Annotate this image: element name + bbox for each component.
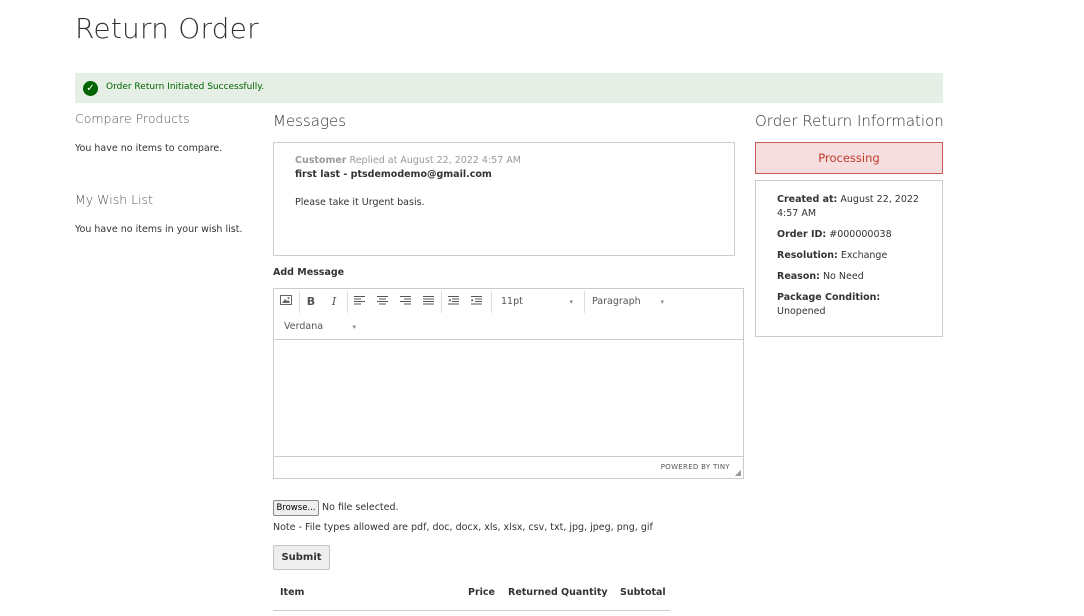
reason-value: No Need [822, 271, 864, 282]
reason-row: Reason: No Need [777, 270, 927, 284]
chevron-down-icon: ▾ [352, 323, 356, 331]
powered-by-tiny-link[interactable]: POWERED BY TINY [661, 463, 730, 471]
resolution-label: Resolution: [777, 250, 838, 261]
status-badge: Processing [755, 142, 943, 174]
column-header-item: Item [280, 587, 305, 598]
rich-text-editor: B I 11pt ▾ Paragraph ▾ Verdana ▾ POWERED… [273, 288, 744, 479]
chevron-down-icon: ▾ [660, 298, 664, 306]
block-format-select[interactable]: Paragraph ▾ [592, 291, 664, 313]
order-id-label: Order ID: [777, 229, 827, 240]
editor-toolbar: B I 11pt ▾ Paragraph ▾ Verdana ▾ [274, 289, 743, 340]
return-info-title: Order Return Information [755, 112, 944, 130]
toolbar-divider [491, 291, 492, 313]
message-author: Customer [295, 155, 347, 166]
outdent-icon[interactable] [442, 291, 464, 313]
page-title: Return Order [75, 12, 259, 45]
success-message-text: Order Return Initiated Successfully. [106, 82, 265, 92]
checkmark-icon: ✓ [83, 81, 98, 96]
resolution-value: Exchange [840, 250, 888, 261]
insert-image-icon[interactable] [275, 291, 297, 313]
message-header: Customer Replied at August 22, 2022 4:57… [295, 155, 521, 166]
order-id-value: #000000038 [829, 229, 892, 240]
file-status-text: No file selected. [322, 502, 399, 513]
message-timestamp: Replied at August 22, 2022 4:57 AM [349, 155, 521, 166]
wishlist-empty: You have no items in your wish list. [75, 224, 243, 235]
package-condition-label: Package Condition: [777, 292, 881, 303]
resolution-row: Resolution: Exchange [777, 249, 927, 263]
return-info-details: Created at: August 22, 2022 4:57 AM Orde… [755, 180, 943, 337]
align-left-icon[interactable] [348, 291, 370, 313]
font-size-value: 11pt [501, 296, 523, 307]
message-list: Customer Replied at August 22, 2022 4:57… [273, 142, 735, 256]
bold-icon[interactable]: B [300, 291, 322, 313]
font-family-select[interactable]: Verdana ▾ [284, 316, 356, 338]
indent-icon[interactable] [465, 291, 487, 313]
table-header-divider [273, 610, 670, 611]
resize-handle-icon[interactable]: ◢ [735, 468, 741, 477]
column-header-price: Price [468, 587, 495, 598]
editor-content-area[interactable] [274, 340, 743, 456]
column-header-subtotal: Subtotal [620, 587, 666, 598]
chevron-down-icon: ▾ [569, 298, 573, 306]
created-at-row: Created at: August 22, 2022 4:57 AM [777, 193, 927, 221]
italic-icon[interactable]: I [323, 291, 345, 313]
package-condition-row: Package Condition: Unopened [777, 291, 927, 319]
created-at-label: Created at: [777, 194, 838, 205]
align-center-icon[interactable] [371, 291, 393, 313]
success-message: ✓ Order Return Initiated Successfully. [75, 73, 943, 103]
add-message-label: Add Message [273, 267, 345, 278]
font-family-value: Verdana [284, 321, 324, 332]
package-condition-value: Unopened [777, 306, 826, 317]
file-types-note: Note - File types allowed are pdf, doc, … [273, 522, 653, 533]
wishlist-title: My Wish List [75, 192, 153, 207]
block-format-value: Paragraph [592, 296, 641, 307]
font-size-select[interactable]: 11pt ▾ [501, 291, 573, 313]
compare-products-empty: You have no items to compare. [75, 143, 223, 154]
message-body: Please take it Urgent basis. [295, 197, 425, 208]
browse-button[interactable]: Browse... [273, 500, 319, 516]
submit-button[interactable]: Submit [273, 545, 330, 570]
toolbar-divider [584, 291, 585, 313]
reason-label: Reason: [777, 271, 820, 282]
align-justify-icon[interactable] [417, 291, 439, 313]
order-id-row: Order ID: #000000038 [777, 228, 927, 242]
align-right-icon[interactable] [394, 291, 416, 313]
compare-products-title: Compare Products [75, 111, 190, 126]
messages-title: Messages [273, 112, 347, 130]
message-sender: first last - ptsdemodemo@gmail.com [295, 169, 492, 180]
editor-statusbar: POWERED BY TINY ◢ [274, 456, 743, 478]
column-header-returned-quantity: Returned Quantity [508, 587, 608, 598]
